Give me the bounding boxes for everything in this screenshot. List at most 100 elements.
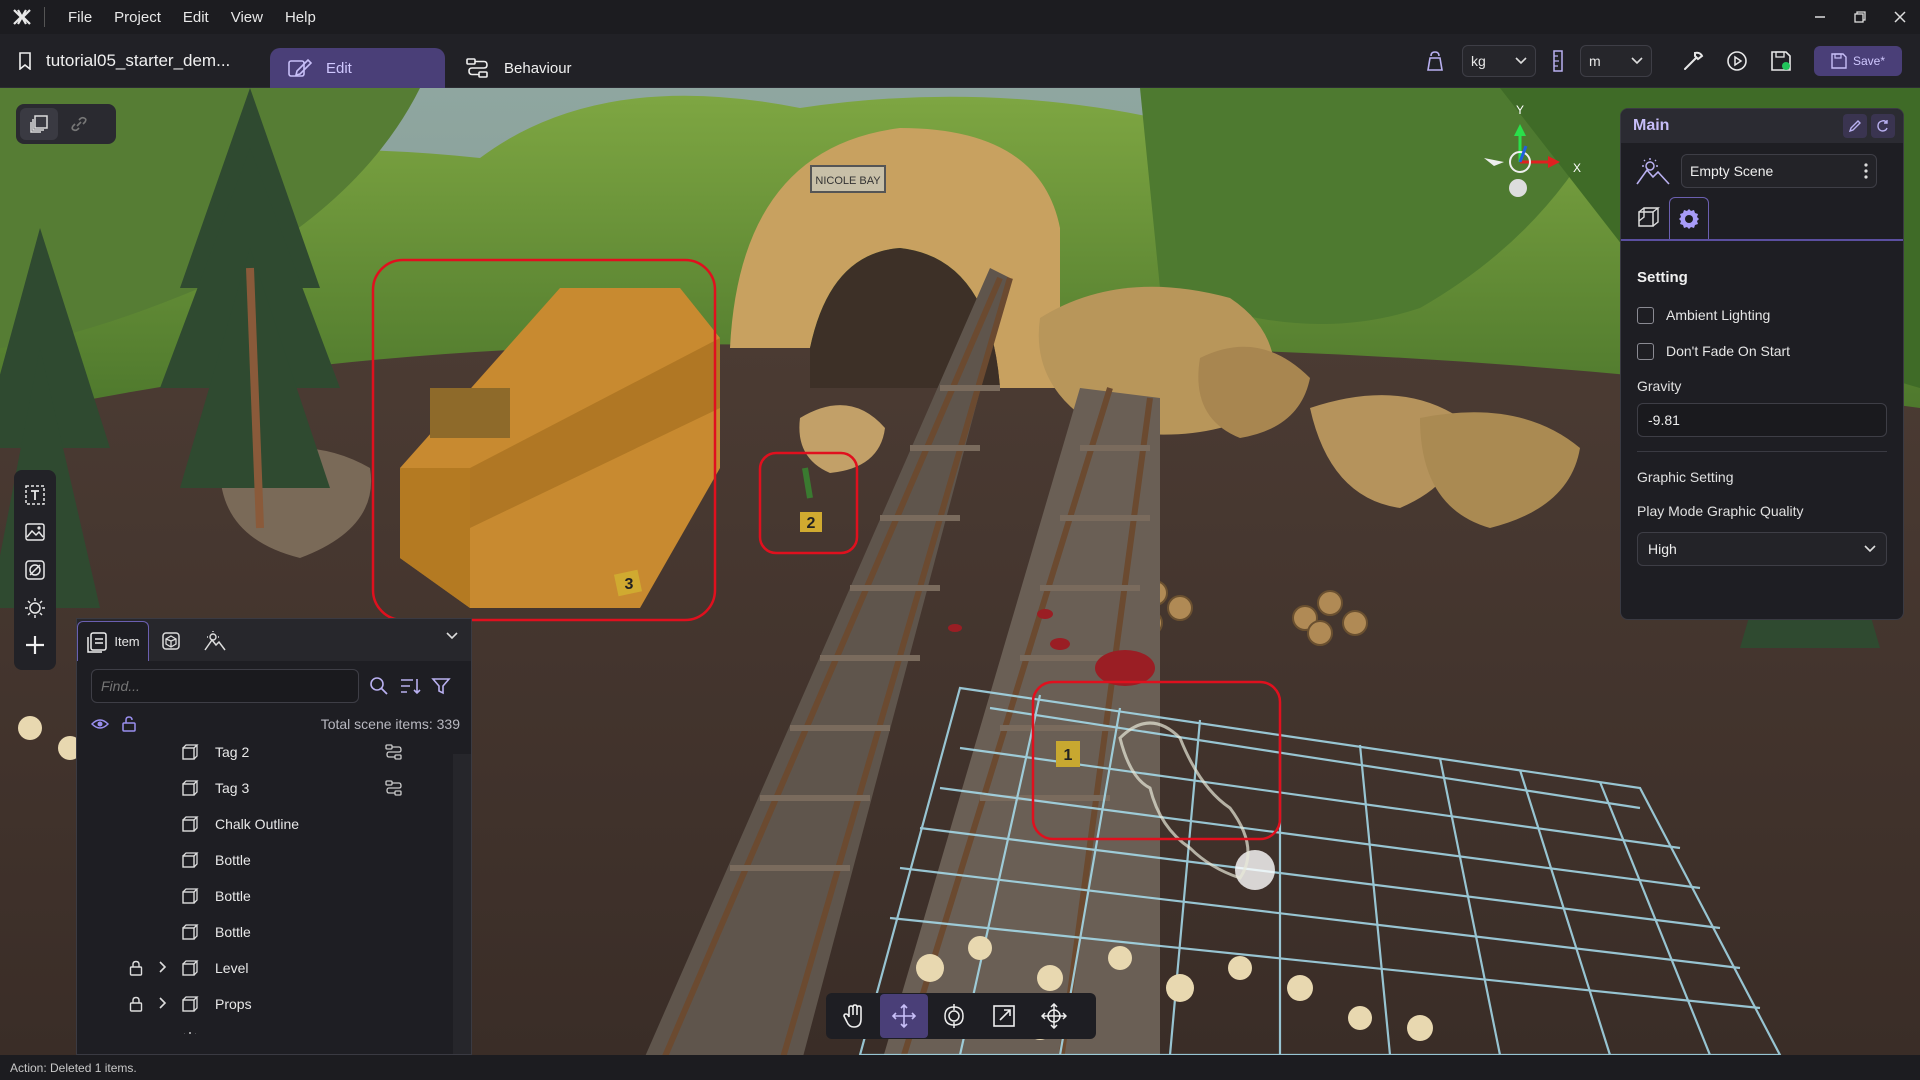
lock-icon[interactable] [129,996,143,1012]
item-lock[interactable] [129,960,143,976]
menu-project[interactable]: Project [103,9,172,26]
light-icon [25,597,45,618]
pan-tool-button[interactable] [830,994,878,1038]
edit-icon [288,58,312,77]
publish-button[interactable] [1764,44,1798,78]
move-tool-button[interactable] [880,994,928,1038]
graphic-setting-title: Graphic Setting [1637,469,1734,485]
scene-list-item[interactable]: Bottle [77,914,455,950]
item-expand[interactable] [159,997,167,1009]
environment-row: Empty Scene [1621,143,1903,199]
settings-content: Setting Ambient Lighting Don't Fade On S… [1621,241,1903,578]
save-button[interactable]: Save* [1814,46,1902,76]
search-input[interactable] [91,669,359,703]
item-label: Bottle [215,852,251,868]
gravity-input[interactable]: -9.81 [1637,403,1887,437]
filter-button[interactable] [431,676,451,696]
status-bar: Action: Deleted 1 items. [0,1055,1920,1080]
restore-button[interactable] [1840,0,1880,34]
play-button[interactable] [1720,44,1754,78]
scene-list-item[interactable]: Tag 2 [77,734,455,770]
tab-assets[interactable] [149,621,193,661]
tab-environment-3d[interactable] [1629,197,1669,239]
item-expand[interactable] [159,961,167,973]
scale-tool-button[interactable] [980,994,1028,1038]
cube-icon [1638,207,1660,227]
close-button[interactable] [1880,0,1920,34]
project-title[interactable]: tutorial05_starter_dem... [18,34,230,88]
pencil-icon [1848,120,1861,133]
scene-list-item[interactable]: Bottle [77,878,455,914]
add-image-button[interactable] [24,521,46,543]
ambient-lighting-row[interactable]: Ambient Lighting [1637,297,1887,333]
menu-help[interactable]: Help [274,9,327,26]
item-type-icon [181,779,199,797]
item-lock[interactable] [129,996,143,1012]
quality-label: Play Mode Graphic Quality [1637,503,1804,519]
toggle-visibility-button[interactable] [91,717,109,731]
scene-list-item[interactable]: Level [77,950,455,986]
scene-list-item[interactable]: Chalk Outline [77,806,455,842]
scene-list-item[interactable]: Tag 3 [77,770,455,806]
tab-environment[interactable] [193,621,237,661]
light-icon [184,1032,196,1034]
environment-select[interactable]: Empty Scene [1681,154,1877,188]
tab-item[interactable]: Item [77,621,149,661]
rename-button[interactable] [1843,114,1867,138]
filter-icon [431,678,451,695]
add-light-button[interactable] [24,597,46,619]
search-button[interactable] [369,676,389,696]
transform-toolbar [826,993,1096,1039]
object-icon [182,924,199,940]
add-collider-button[interactable] [24,559,46,581]
menu-file[interactable]: File [57,9,103,26]
menu-edit[interactable]: Edit [172,9,220,26]
image-icon [25,523,45,542]
scene-list-item[interactable]: Bottle [77,842,455,878]
tab-settings[interactable] [1669,197,1709,239]
tag-3-label: 3 [625,576,634,593]
object-icon [182,744,199,760]
behaviour-icon[interactable] [385,779,403,797]
rotate-tool-button[interactable] [930,994,978,1038]
unlock-icon [122,716,136,732]
add-object-button[interactable] [24,634,46,656]
ambient-lighting-checkbox[interactable] [1637,306,1654,324]
chevron-right-icon[interactable] [159,997,167,1009]
mass-unit-select[interactable]: kg [1462,45,1536,77]
quality-select[interactable]: High [1637,532,1887,566]
tab-behaviour[interactable]: Behaviour [448,48,618,88]
item-behaviour[interactable] [385,743,403,761]
reset-button[interactable] [1871,114,1895,138]
scene-items-panel: Item Total scene items: 339 Tag 2 Tag 3 Ch… [76,618,472,1055]
link-icon [71,116,87,132]
tab-edit[interactable]: Edit [270,48,445,88]
refresh-icon [1877,120,1888,132]
scene-list-scrollbar[interactable] [453,754,471,1054]
sort-button[interactable] [399,676,421,696]
asset-cube-icon [162,632,180,650]
length-unit-select[interactable]: m [1580,45,1652,77]
wrench-button[interactable] [1676,44,1710,78]
link-button[interactable] [60,108,98,140]
transform-tool-button[interactable] [1030,994,1078,1038]
collapse-panel-button[interactable] [445,631,459,641]
dont-fade-checkbox[interactable] [1637,342,1654,360]
item-label: Chalk Outline [215,816,300,832]
chevron-down-icon [446,632,458,640]
menu-view[interactable]: View [220,9,274,26]
chevron-right-icon[interactable] [159,961,167,973]
minimize-button[interactable] [1800,0,1840,34]
scene-list-item[interactable]: Props [77,986,455,1022]
behaviour-icon[interactable] [385,743,403,761]
mass-unit-value: kg [1471,53,1486,69]
left-tool-strip [14,470,56,670]
gizmo-x-label: X [1573,161,1581,175]
lock-icon[interactable] [129,960,143,976]
item-behaviour[interactable] [385,779,403,797]
add-text-button[interactable] [24,484,46,506]
toggle-lock-button[interactable] [121,716,137,732]
dont-fade-row[interactable]: Don't Fade On Start [1637,333,1887,369]
layers-button[interactable] [20,108,58,140]
scene-list-item[interactable]: Police Siren Light [77,1022,455,1034]
